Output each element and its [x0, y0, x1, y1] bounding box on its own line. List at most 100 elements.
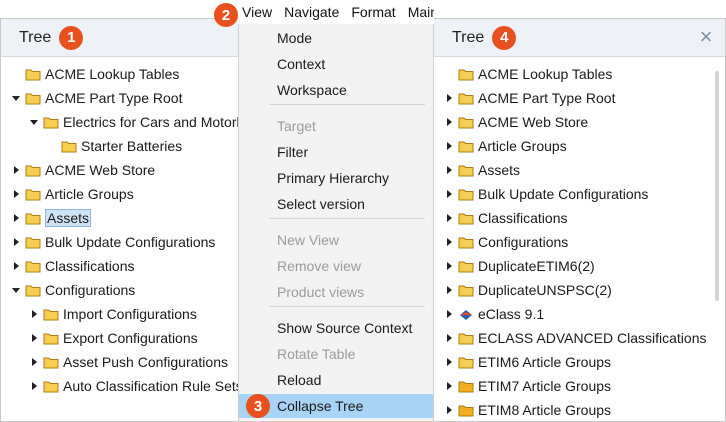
no-arrow	[444, 69, 454, 79]
collapsed-arrow-icon[interactable]	[444, 285, 454, 295]
tree-item-label: Configurations	[478, 234, 569, 250]
tree-item-label: Export Configurations	[63, 330, 198, 346]
tree-item-label: Article Groups	[478, 138, 567, 154]
collapsed-arrow-icon[interactable]	[11, 165, 21, 175]
collapsed-arrow-icon[interactable]	[444, 405, 454, 415]
collapsed-arrow-icon[interactable]	[29, 381, 39, 391]
tree-item[interactable]: ETIM7 Article Groups	[444, 375, 611, 397]
menu-view[interactable]: View	[242, 4, 272, 20]
tree-item[interactable]: ETIM8 Article Groups	[444, 399, 611, 421]
collapsed-arrow-icon[interactable]	[444, 189, 454, 199]
menu-item-show-source-context[interactable]: Show Source Context	[239, 316, 433, 340]
menu-separator	[269, 104, 425, 105]
tree-item-label: Article Groups	[45, 186, 134, 202]
tree-item-label: Asset Push Configurations	[63, 354, 228, 370]
tree-item[interactable]: Article Groups	[444, 135, 567, 157]
no-arrow	[11, 69, 21, 79]
tree-item-label: Classifications	[45, 258, 135, 274]
menu-maintain[interactable]: Mainta	[408, 4, 434, 20]
collapsed-arrow-icon[interactable]	[444, 141, 454, 151]
menu-item-target: Target	[277, 118, 316, 134]
folder-icon	[458, 260, 474, 273]
collapsed-arrow-icon[interactable]	[444, 93, 454, 103]
eclass-icon	[458, 308, 474, 321]
callout-badge-4: 4	[492, 25, 517, 50]
left-tree-panel: Tree 1 ACME Lookup Tables ACME Part Type …	[0, 18, 240, 422]
tree-item[interactable]: Assets	[444, 159, 520, 181]
menu-item-primary-hierarchy[interactable]: Primary Hierarchy	[239, 166, 433, 190]
collapsed-arrow-icon[interactable]	[29, 309, 39, 319]
tree-item[interactable]: Export Configurations	[29, 327, 198, 349]
collapsed-arrow-icon[interactable]	[29, 357, 39, 367]
collapsed-arrow-icon[interactable]	[444, 237, 454, 247]
collapsed-arrow-icon[interactable]	[444, 309, 454, 319]
tree-item[interactable]: Configurations	[444, 231, 568, 253]
tree-item[interactable]: ACME Part Type Root	[444, 87, 615, 109]
collapsed-arrow-icon[interactable]	[444, 213, 454, 223]
menu-item-new-view: New View	[277, 232, 339, 248]
tree-item[interactable]: ETIM6 Article Groups	[444, 351, 611, 373]
tree-item[interactable]: DuplicateETIM6(2)	[444, 255, 595, 277]
collapsed-arrow-icon[interactable]	[444, 165, 454, 175]
tree-item[interactable]: ECLASS ADVANCED Classifications	[444, 327, 706, 349]
collapsed-arrow-icon[interactable]	[11, 237, 21, 247]
close-icon[interactable]: ×	[697, 26, 715, 48]
tree-item[interactable]: DuplicateUNSPSC(2)	[444, 279, 612, 301]
expanded-arrow-icon[interactable]	[11, 285, 21, 295]
tree-item[interactable]: Classifications	[444, 207, 567, 229]
vertical-scrollbar[interactable]	[715, 71, 719, 301]
tree-item[interactable]: ACME Lookup Tables	[444, 63, 612, 85]
right-panel-header: Tree 4 ×	[434, 19, 725, 57]
menu-item-select-version[interactable]: Select version	[239, 192, 433, 216]
collapsed-arrow-icon[interactable]	[444, 381, 454, 391]
tree-item-label: DuplicateUNSPSC(2)	[478, 282, 612, 298]
menu-item-product-views: Product views	[277, 284, 365, 300]
menu-format[interactable]: Format	[351, 4, 395, 20]
menu-item-reload[interactable]: Reload	[239, 368, 433, 392]
tree-item-label: DuplicateETIM6(2)	[478, 258, 595, 274]
tree-item[interactable]: Auto Classification Rule Sets	[29, 375, 239, 397]
tree-item[interactable]: Bulk Update Configurations	[11, 231, 215, 253]
tree-item[interactable]: ACME Part Type Root	[11, 87, 182, 109]
tree-item-label: Classifications	[478, 210, 568, 226]
tree-item[interactable]: Classifications	[11, 255, 134, 277]
collapsed-arrow-icon[interactable]	[11, 261, 21, 271]
folder-icon	[458, 404, 474, 417]
collapsed-arrow-icon[interactable]	[11, 213, 21, 223]
menu-item-workspace[interactable]: Workspace	[239, 78, 433, 102]
tree-item-label: Starter Batteries	[81, 138, 183, 154]
tree-item[interactable]: Asset Push Configurations	[29, 351, 228, 373]
menu-item-context[interactable]: Context	[239, 52, 433, 76]
collapsed-arrow-icon[interactable]	[444, 117, 454, 127]
folder-icon	[458, 356, 474, 369]
tree-item[interactable]: Article Groups	[11, 183, 134, 205]
menu-item-remove-view: Remove view	[277, 258, 362, 274]
callout-badge-1: 1	[59, 25, 84, 50]
tree-item[interactable]: Electrics for Cars and Motorb	[29, 111, 239, 133]
tree-item[interactable]: ACME Web Store	[11, 159, 155, 181]
tree-item[interactable]: Import Configurations	[29, 303, 197, 325]
tree-item-label: Import Configurations	[63, 306, 197, 322]
tree-item[interactable]: ACME Lookup Tables	[11, 63, 179, 85]
collapsed-arrow-icon[interactable]	[444, 333, 454, 343]
collapsed-arrow-icon[interactable]	[29, 333, 39, 343]
tree-item[interactable]: Configurations	[11, 279, 135, 301]
collapsed-arrow-icon[interactable]	[444, 357, 454, 367]
tree-item-label: ETIM7 Article Groups	[478, 378, 612, 394]
collapsed-arrow-icon[interactable]	[444, 261, 454, 271]
expanded-arrow-icon[interactable]	[11, 93, 21, 103]
menu-separator	[269, 306, 425, 307]
folder-icon	[43, 116, 59, 129]
menu-navigate[interactable]: Navigate	[284, 4, 339, 20]
tree-item[interactable]: Bulk Update Configurations	[444, 183, 648, 205]
tree-item[interactable]: eClass 9.1	[444, 303, 544, 325]
tree-item[interactable]: Assets	[11, 207, 92, 229]
tree-item-label: ETIM8 Article Groups	[478, 402, 612, 418]
menu-item-mode[interactable]: Mode	[239, 26, 433, 50]
expanded-arrow-icon[interactable]	[29, 117, 39, 127]
folder-icon	[25, 164, 41, 177]
tree-item[interactable]: Starter Batteries	[47, 135, 182, 157]
collapsed-arrow-icon[interactable]	[11, 189, 21, 199]
tree-item[interactable]: ACME Web Store	[444, 111, 588, 133]
menu-item-filter[interactable]: Filter	[239, 140, 433, 164]
